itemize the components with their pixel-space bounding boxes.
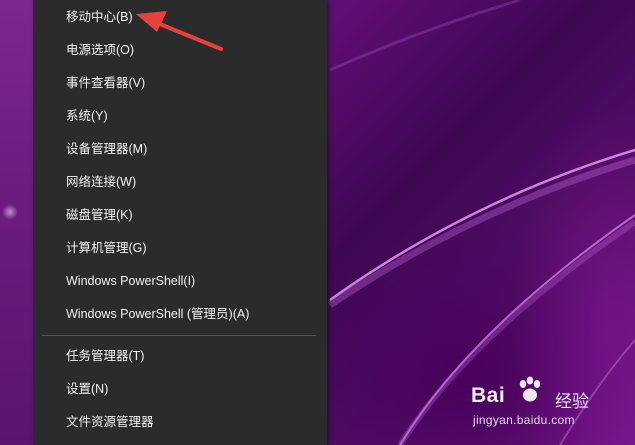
watermark-brand-suffix: 经验 bbox=[555, 392, 589, 411]
menu-item-system[interactable]: 系统(Y) bbox=[33, 100, 327, 133]
desktop-background: 移动中心(B) 电源选项(O) 事件查看器(V) 系统(Y) 设备管理器(M) … bbox=[0, 0, 635, 445]
watermark-brand: Bai bbox=[471, 384, 505, 408]
menu-item-powershell-admin[interactable]: Windows PowerShell (管理员)(A) bbox=[33, 298, 327, 331]
menu-item-file-explorer[interactable]: 文件资源管理器 bbox=[33, 406, 327, 439]
menu-item-computer-management[interactable]: 计算机管理(G) bbox=[33, 232, 327, 265]
menu-item-disk-management[interactable]: 磁盘管理(K) bbox=[33, 199, 327, 232]
menu-separator bbox=[42, 335, 316, 336]
menu-item-powershell[interactable]: Windows PowerShell(I) bbox=[33, 265, 327, 298]
menu-item-power-options[interactable]: 电源选项(O) bbox=[33, 34, 327, 67]
winx-context-menu: 移动中心(B) 电源选项(O) 事件查看器(V) 系统(Y) 设备管理器(M) … bbox=[33, 0, 327, 445]
baidu-jingyan-watermark: Bai 经验 jingyan.baidu.com bbox=[471, 375, 601, 431]
menu-item-task-manager[interactable]: 任务管理器(T) bbox=[33, 340, 327, 373]
watermark-brand-prefix: Bai bbox=[471, 384, 506, 407]
menu-item-settings[interactable]: 设置(N) bbox=[33, 373, 327, 406]
menu-item-event-viewer[interactable]: 事件查看器(V) bbox=[33, 67, 327, 100]
menu-item-mobility-center[interactable]: 移动中心(B) bbox=[33, 1, 327, 34]
watermark-url: jingyan.baidu.com bbox=[473, 413, 575, 427]
menu-item-network-connections[interactable]: 网络连接(W) bbox=[33, 166, 327, 199]
menu-item-device-manager[interactable]: 设备管理器(M) bbox=[33, 133, 327, 166]
baidu-paw-icon bbox=[519, 376, 541, 402]
